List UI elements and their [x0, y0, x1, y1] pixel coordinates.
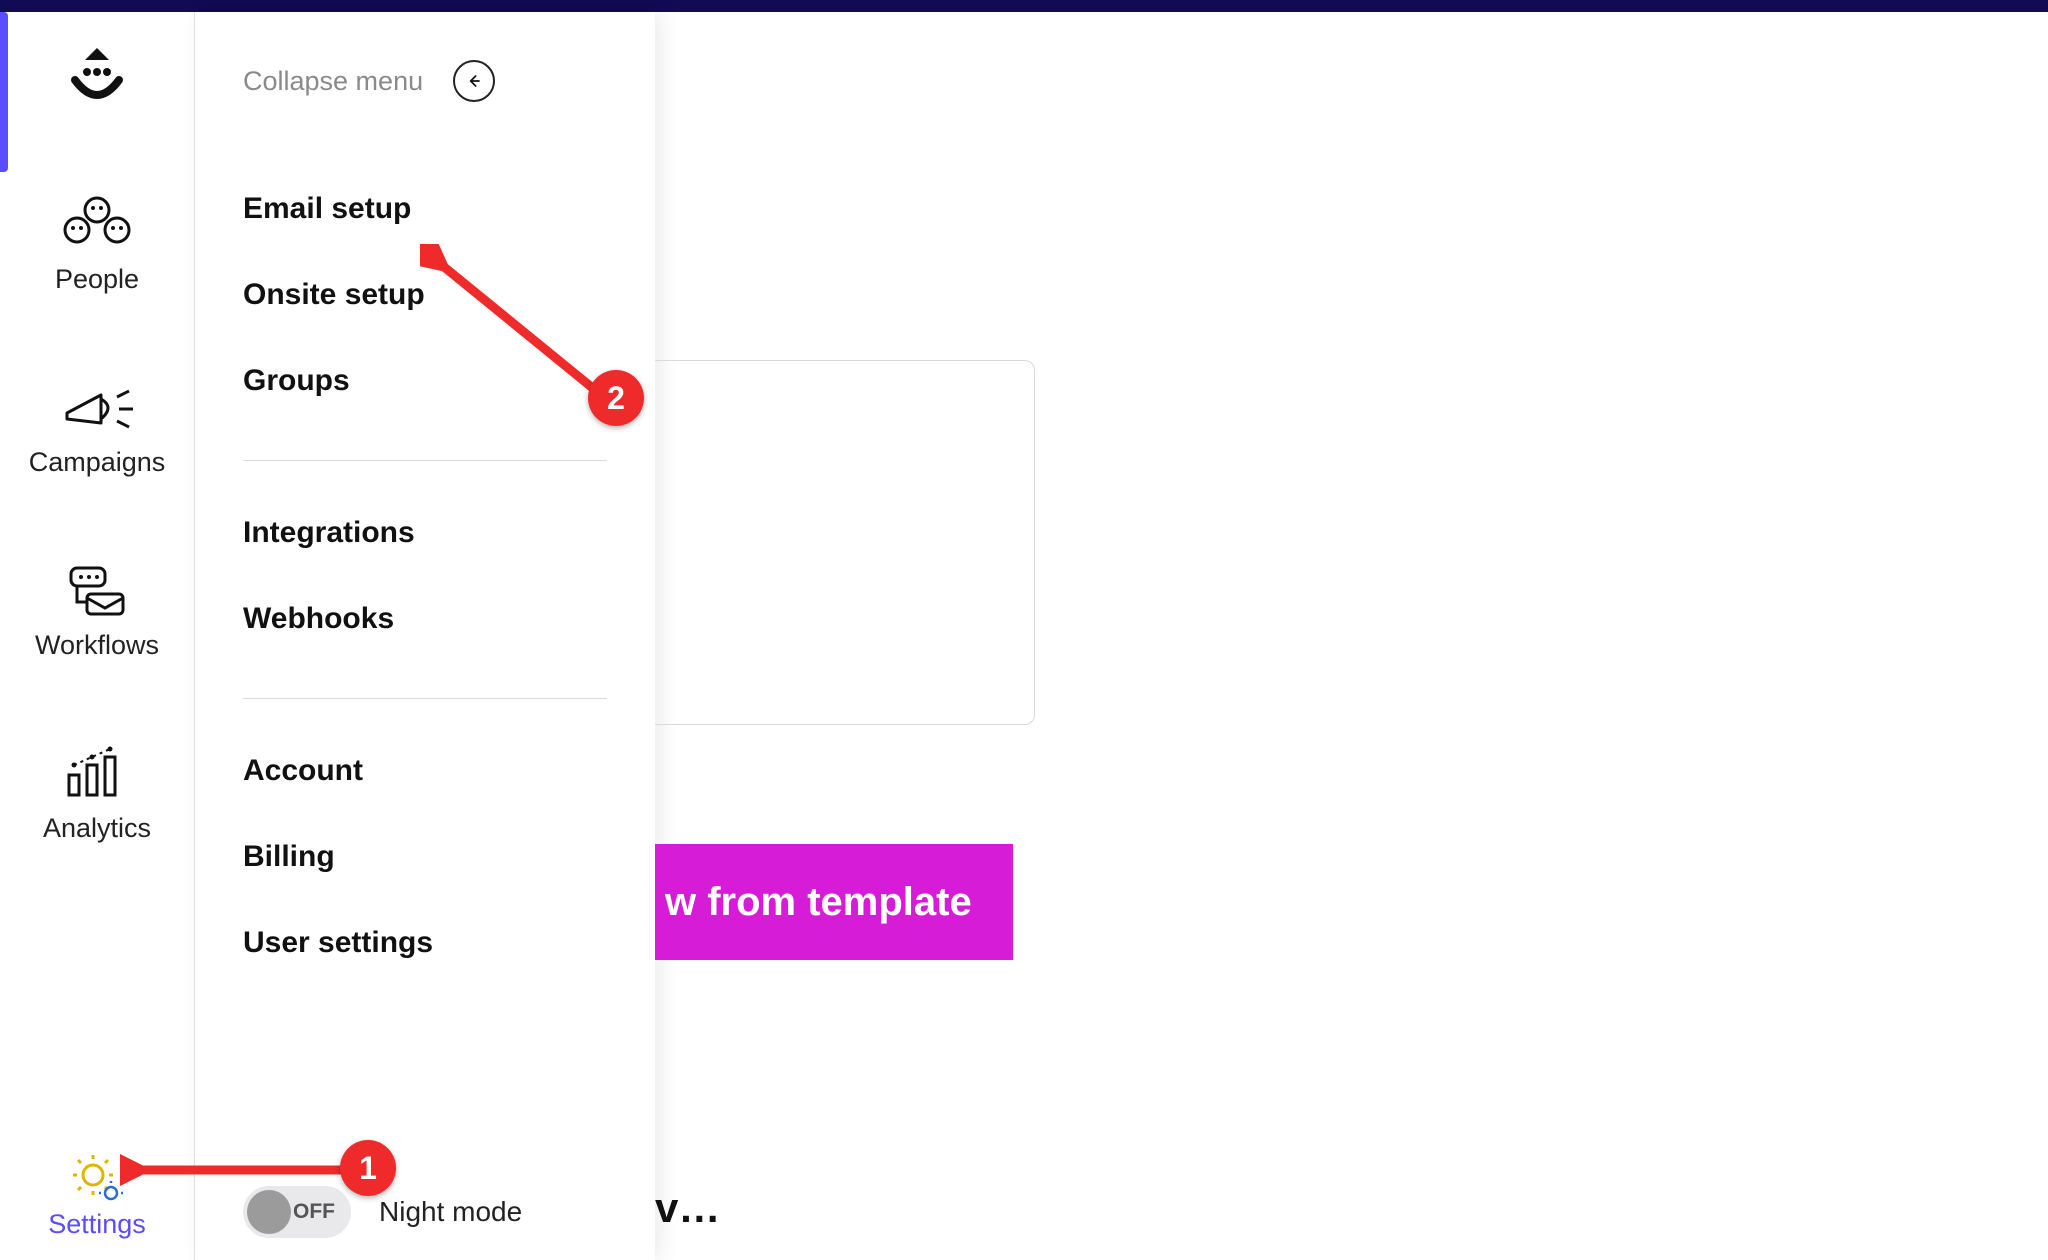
nav-item-people[interactable]: People — [47, 192, 147, 295]
annotation-badge-1: 1 — [340, 1140, 396, 1196]
panel-divider — [243, 698, 607, 699]
menu-link-account[interactable]: Account — [243, 754, 607, 788]
nav-label: Settings — [48, 1209, 146, 1240]
menu-link-user-settings[interactable]: User settings — [243, 926, 607, 960]
workflow-icon — [57, 562, 137, 618]
panel-divider — [243, 460, 607, 461]
app-root: People Campaigns — [0, 12, 2048, 1260]
rail-accent-bar — [0, 12, 8, 172]
new-from-template-button[interactable]: w from template — [655, 844, 1013, 960]
template-button-label: w from template — [665, 880, 972, 925]
megaphone-icon — [57, 379, 137, 435]
collapse-menu-row[interactable]: Collapse menu — [243, 60, 607, 102]
analytics-icon — [57, 745, 137, 801]
toggle-state-label: OFF — [293, 1200, 335, 1224]
primary-nav-rail: People Campaigns — [0, 12, 195, 1260]
top-bar — [0, 0, 2048, 12]
arrow-left-icon — [464, 71, 484, 91]
nav-item-campaigns[interactable]: Campaigns — [29, 375, 166, 478]
truncated-heading: v… — [655, 1184, 720, 1232]
nav-label: People — [55, 264, 139, 295]
brand-logo-icon — [65, 44, 129, 108]
nav-label: Campaigns — [29, 447, 166, 478]
night-mode-label: Night mode — [379, 1196, 522, 1228]
nav-item-workflows[interactable]: Workflows — [35, 558, 159, 661]
nav-label: Workflows — [35, 630, 159, 661]
annotation-badge-2: 2 — [588, 370, 644, 426]
people-icon — [57, 196, 137, 252]
main-content: w from template v… — [655, 12, 2048, 1260]
menu-link-webhooks[interactable]: Webhooks — [243, 602, 607, 636]
brand-logo[interactable] — [61, 40, 133, 112]
menu-link-email-setup[interactable]: Email setup — [243, 192, 607, 226]
collapse-menu-label: Collapse menu — [243, 66, 423, 97]
menu-link-integrations[interactable]: Integrations — [243, 516, 607, 550]
menu-link-billing[interactable]: Billing — [243, 840, 607, 874]
gear-icon — [67, 1153, 127, 1203]
nav-item-analytics[interactable]: Analytics — [43, 741, 151, 844]
collapse-menu-button[interactable] — [453, 60, 495, 102]
partial-card-outline — [655, 360, 1035, 725]
settings-panel: Collapse menu Email setup Onsite setup G… — [195, 12, 655, 1260]
nav-label: Analytics — [43, 813, 151, 844]
